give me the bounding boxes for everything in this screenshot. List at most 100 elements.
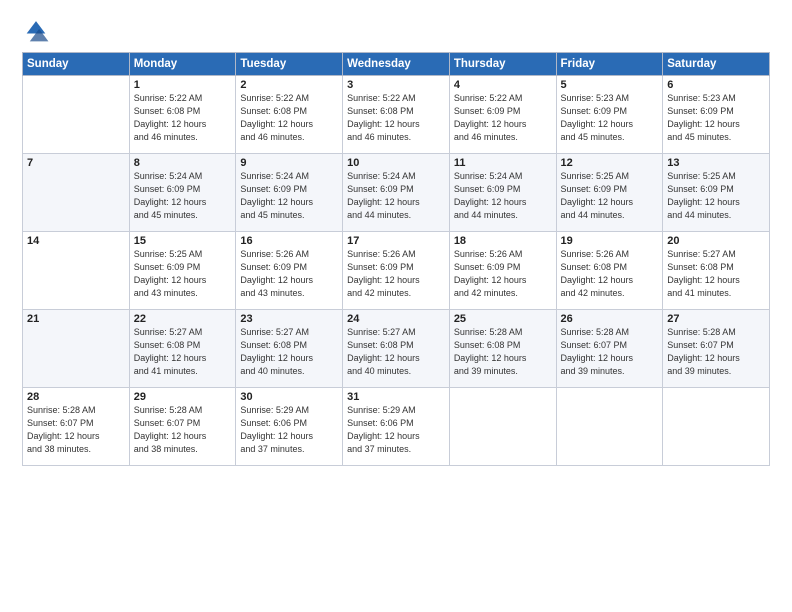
logo-icon — [22, 18, 50, 46]
day-info: Sunrise: 5:22 AM Sunset: 6:08 PM Dayligh… — [240, 92, 338, 144]
day-number: 14 — [27, 235, 125, 247]
day-number: 21 — [27, 313, 125, 325]
table-cell — [23, 76, 130, 154]
day-number: 6 — [667, 79, 765, 91]
day-info: Sunrise: 5:27 AM Sunset: 6:08 PM Dayligh… — [347, 326, 445, 378]
week-row: 14 15Sunrise: 5:25 AM Sunset: 6:09 PM Day… — [23, 232, 770, 310]
day-number: 29 — [134, 391, 232, 403]
day-info: Sunrise: 5:28 AM Sunset: 6:07 PM Dayligh… — [134, 404, 232, 456]
table-cell — [663, 388, 770, 466]
day-info: Sunrise: 5:23 AM Sunset: 6:09 PM Dayligh… — [667, 92, 765, 144]
day-number: 31 — [347, 391, 445, 403]
day-info: Sunrise: 5:27 AM Sunset: 6:08 PM Dayligh… — [240, 326, 338, 378]
col-tuesday: Tuesday — [236, 53, 343, 76]
table-cell: 10Sunrise: 5:24 AM Sunset: 6:09 PM Dayli… — [343, 154, 450, 232]
day-number: 16 — [240, 235, 338, 247]
day-info: Sunrise: 5:24 AM Sunset: 6:09 PM Dayligh… — [134, 170, 232, 222]
day-info: Sunrise: 5:22 AM Sunset: 6:08 PM Dayligh… — [347, 92, 445, 144]
table-cell: 2Sunrise: 5:22 AM Sunset: 6:08 PM Daylig… — [236, 76, 343, 154]
week-row: 1Sunrise: 5:22 AM Sunset: 6:08 PM Daylig… — [23, 76, 770, 154]
day-info: Sunrise: 5:24 AM Sunset: 6:09 PM Dayligh… — [240, 170, 338, 222]
page: Sunday Monday Tuesday Wednesday Thursday… — [0, 0, 792, 612]
table-cell: 29Sunrise: 5:28 AM Sunset: 6:07 PM Dayli… — [129, 388, 236, 466]
day-info: Sunrise: 5:26 AM Sunset: 6:09 PM Dayligh… — [454, 248, 552, 300]
table-cell: 26Sunrise: 5:28 AM Sunset: 6:07 PM Dayli… — [556, 310, 663, 388]
table-cell: 15Sunrise: 5:25 AM Sunset: 6:09 PM Dayli… — [129, 232, 236, 310]
day-info: Sunrise: 5:26 AM Sunset: 6:09 PM Dayligh… — [347, 248, 445, 300]
col-wednesday: Wednesday — [343, 53, 450, 76]
table-cell: 30Sunrise: 5:29 AM Sunset: 6:06 PM Dayli… — [236, 388, 343, 466]
table-cell — [449, 388, 556, 466]
header-row: Sunday Monday Tuesday Wednesday Thursday… — [23, 53, 770, 76]
logo — [22, 18, 54, 46]
day-number: 4 — [454, 79, 552, 91]
table-cell: 5Sunrise: 5:23 AM Sunset: 6:09 PM Daylig… — [556, 76, 663, 154]
day-number: 19 — [561, 235, 659, 247]
day-number: 2 — [240, 79, 338, 91]
day-info: Sunrise: 5:26 AM Sunset: 6:08 PM Dayligh… — [561, 248, 659, 300]
table-cell: 3Sunrise: 5:22 AM Sunset: 6:08 PM Daylig… — [343, 76, 450, 154]
day-number: 20 — [667, 235, 765, 247]
table-cell: 18Sunrise: 5:26 AM Sunset: 6:09 PM Dayli… — [449, 232, 556, 310]
day-number: 15 — [134, 235, 232, 247]
day-info: Sunrise: 5:28 AM Sunset: 6:07 PM Dayligh… — [561, 326, 659, 378]
day-number: 10 — [347, 157, 445, 169]
table-cell: 8Sunrise: 5:24 AM Sunset: 6:09 PM Daylig… — [129, 154, 236, 232]
day-info: Sunrise: 5:29 AM Sunset: 6:06 PM Dayligh… — [347, 404, 445, 456]
day-info: Sunrise: 5:28 AM Sunset: 6:08 PM Dayligh… — [454, 326, 552, 378]
table-cell: 4Sunrise: 5:22 AM Sunset: 6:09 PM Daylig… — [449, 76, 556, 154]
table-cell: 25Sunrise: 5:28 AM Sunset: 6:08 PM Dayli… — [449, 310, 556, 388]
day-info: Sunrise: 5:25 AM Sunset: 6:09 PM Dayligh… — [667, 170, 765, 222]
table-cell: 1Sunrise: 5:22 AM Sunset: 6:08 PM Daylig… — [129, 76, 236, 154]
day-number: 11 — [454, 157, 552, 169]
day-info: Sunrise: 5:28 AM Sunset: 6:07 PM Dayligh… — [667, 326, 765, 378]
day-info: Sunrise: 5:27 AM Sunset: 6:08 PM Dayligh… — [667, 248, 765, 300]
day-info: Sunrise: 5:28 AM Sunset: 6:07 PM Dayligh… — [27, 404, 125, 456]
table-cell: 16Sunrise: 5:26 AM Sunset: 6:09 PM Dayli… — [236, 232, 343, 310]
table-cell: 13Sunrise: 5:25 AM Sunset: 6:09 PM Dayli… — [663, 154, 770, 232]
table-cell: 21 — [23, 310, 130, 388]
day-number: 18 — [454, 235, 552, 247]
day-info: Sunrise: 5:24 AM Sunset: 6:09 PM Dayligh… — [454, 170, 552, 222]
col-sunday: Sunday — [23, 53, 130, 76]
day-info: Sunrise: 5:29 AM Sunset: 6:06 PM Dayligh… — [240, 404, 338, 456]
header — [22, 18, 770, 46]
day-info: Sunrise: 5:22 AM Sunset: 6:09 PM Dayligh… — [454, 92, 552, 144]
table-cell: 6Sunrise: 5:23 AM Sunset: 6:09 PM Daylig… — [663, 76, 770, 154]
day-number: 28 — [27, 391, 125, 403]
day-number: 5 — [561, 79, 659, 91]
day-number: 7 — [27, 157, 125, 169]
table-cell: 14 — [23, 232, 130, 310]
day-number: 27 — [667, 313, 765, 325]
day-number: 30 — [240, 391, 338, 403]
day-info: Sunrise: 5:23 AM Sunset: 6:09 PM Dayligh… — [561, 92, 659, 144]
table-cell: 31Sunrise: 5:29 AM Sunset: 6:06 PM Dayli… — [343, 388, 450, 466]
table-cell: 7 — [23, 154, 130, 232]
week-row: 28Sunrise: 5:28 AM Sunset: 6:07 PM Dayli… — [23, 388, 770, 466]
day-info: Sunrise: 5:25 AM Sunset: 6:09 PM Dayligh… — [561, 170, 659, 222]
table-cell: 23Sunrise: 5:27 AM Sunset: 6:08 PM Dayli… — [236, 310, 343, 388]
table-cell: 9Sunrise: 5:24 AM Sunset: 6:09 PM Daylig… — [236, 154, 343, 232]
day-number: 25 — [454, 313, 552, 325]
table-cell: 28Sunrise: 5:28 AM Sunset: 6:07 PM Dayli… — [23, 388, 130, 466]
table-cell — [556, 388, 663, 466]
calendar-table: Sunday Monday Tuesday Wednesday Thursday… — [22, 52, 770, 466]
day-number: 24 — [347, 313, 445, 325]
day-info: Sunrise: 5:24 AM Sunset: 6:09 PM Dayligh… — [347, 170, 445, 222]
day-number: 8 — [134, 157, 232, 169]
col-saturday: Saturday — [663, 53, 770, 76]
week-row: 78Sunrise: 5:24 AM Sunset: 6:09 PM Dayli… — [23, 154, 770, 232]
table-cell: 24Sunrise: 5:27 AM Sunset: 6:08 PM Dayli… — [343, 310, 450, 388]
day-number: 22 — [134, 313, 232, 325]
table-cell: 11Sunrise: 5:24 AM Sunset: 6:09 PM Dayli… — [449, 154, 556, 232]
table-cell: 19Sunrise: 5:26 AM Sunset: 6:08 PM Dayli… — [556, 232, 663, 310]
col-thursday: Thursday — [449, 53, 556, 76]
day-number: 23 — [240, 313, 338, 325]
table-cell: 12Sunrise: 5:25 AM Sunset: 6:09 PM Dayli… — [556, 154, 663, 232]
week-row: 2122Sunrise: 5:27 AM Sunset: 6:08 PM Day… — [23, 310, 770, 388]
day-number: 13 — [667, 157, 765, 169]
day-number: 9 — [240, 157, 338, 169]
table-cell: 17Sunrise: 5:26 AM Sunset: 6:09 PM Dayli… — [343, 232, 450, 310]
table-cell: 22Sunrise: 5:27 AM Sunset: 6:08 PM Dayli… — [129, 310, 236, 388]
table-cell: 27Sunrise: 5:28 AM Sunset: 6:07 PM Dayli… — [663, 310, 770, 388]
